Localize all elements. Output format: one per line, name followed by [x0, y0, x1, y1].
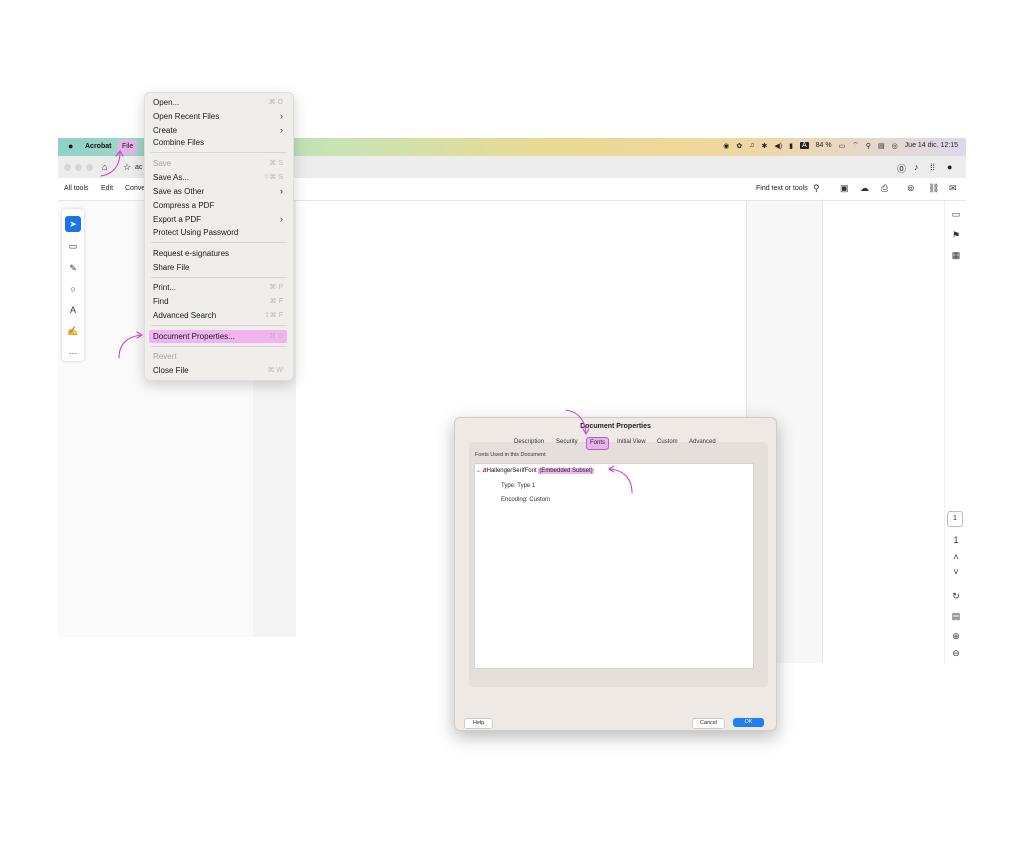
- arrow-to-embedded-subset: [609, 468, 633, 494]
- arrow-to-document-properties: [118, 334, 142, 359]
- arrow-to-file-menu: [100, 151, 121, 177]
- annotation-arrows: [100, 150, 633, 494]
